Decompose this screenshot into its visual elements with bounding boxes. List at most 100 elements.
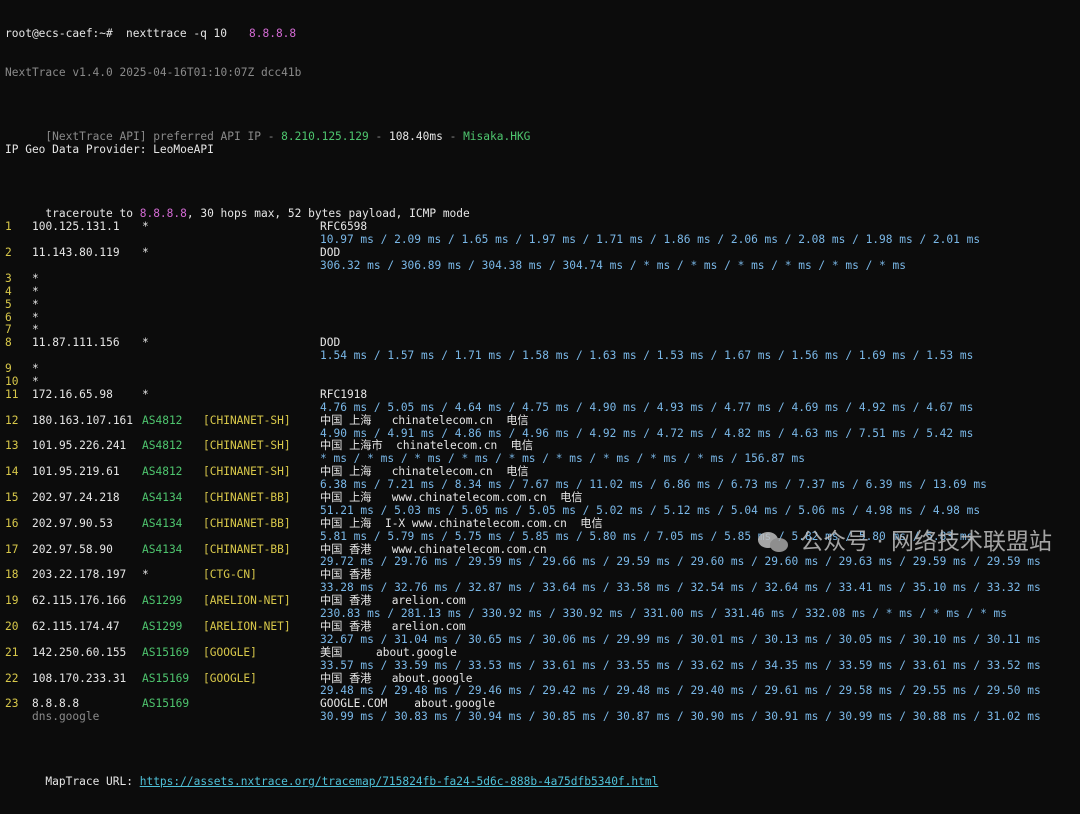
shell-prompt: root@ecs-caef:~# [5, 26, 113, 40]
hop-geo: 中国 香港 arelion.com [320, 619, 466, 633]
hop-row: 11 172.16.65.98 * RFC1918 [5, 387, 658, 402]
hop-network-tag: [CTG-CN] [203, 568, 257, 582]
hop-asn: AS4812 [142, 413, 183, 427]
hop-rtt: 32.67 ms / 31.04 ms / 30.65 ms / 30.06 m… [320, 632, 1041, 646]
hop-rtt-row: 230.83 ms / 281.13 ms / 330.92 ms / 330.… [5, 607, 1007, 621]
hop-number: 21 [5, 645, 19, 659]
hop-ip: 180.163.107.161 [32, 413, 134, 427]
hop-rtt-row: 33.28 ms / 32.76 ms / 32.87 ms / 33.64 m… [5, 581, 1041, 595]
hop-row: 10 * [5, 375, 658, 389]
hop-ip: * [32, 375, 39, 389]
hop-number: 22 [5, 671, 19, 685]
hop-number: 3 [5, 271, 12, 285]
hop-rtt: 306.32 ms / 306.89 ms / 304.38 ms / 304.… [320, 259, 906, 272]
hop-ip: 108.170.233.31 [32, 671, 127, 685]
hop-geo: GOOGLE.COM about.google [320, 697, 496, 711]
hop-row: 23 8.8.8.8 AS15169 GOOGLE.COM about.google [5, 697, 658, 711]
hop-row: 12 180.163.107.161 AS4812 [CHINANET-SH] 中国 上… [5, 413, 658, 428]
hop-number: 18 [5, 568, 19, 582]
hop-number: 15 [5, 491, 19, 505]
hop-number: 16 [5, 516, 19, 530]
command-line: root@ecs-caef:~# nexttrace -q 10 8.8.8.8 [5, 26, 658, 41]
hop-rtt-row: 5.81 ms / 5.79 ms / 5.75 ms / 5.85 ms / … [5, 530, 973, 544]
geo-provider-line: IP Geo Data Provider: LeoMoeAPI [5, 142, 214, 156]
hop-asn: * [142, 336, 149, 350]
command-target: 8.8.8.8 [249, 26, 297, 40]
hop-network-tag: [CHINANET-SH] [203, 413, 291, 427]
hop-asn: * [142, 220, 149, 234]
hop-rtt: 33.28 ms / 32.76 ms / 32.87 ms / 33.64 m… [320, 581, 1041, 595]
hop-number: 13 [5, 439, 19, 453]
hop-rtt: 51.21 ms / 5.03 ms / 5.05 ms / 5.05 ms /… [320, 503, 981, 517]
hop-rtt: 4.76 ms / 5.05 ms / 4.64 ms / 4.75 ms / … [320, 400, 974, 414]
hop-network-tag: [CHINANET-BB] [203, 516, 291, 530]
hop-rtt: 29.48 ms / 29.48 ms / 29.46 ms / 29.42 m… [320, 684, 1041, 698]
hop-geo: RFC1918 [320, 387, 368, 401]
hop-geo: 中国 上海 I-X www.chinatelecom.com.cn 电信 [320, 516, 603, 530]
hop-list: 1 100.125.131.1 * RFC6598 10.97 ms / 2.09 ms… [5, 220, 1041, 724]
watermark: 公众号 · 网络技术联盟站 [758, 528, 1052, 556]
hop-row: 20 62.115.174.47 AS1299 [ARELION-NET] 中国 香港 … [5, 619, 658, 634]
hop-number: 1 [5, 220, 12, 234]
hop-ip: * [32, 284, 39, 298]
hop-ip: 8.8.8.8 [32, 697, 80, 711]
hop-ip: 202.97.58.90 [32, 542, 113, 556]
wechat-icon [758, 528, 792, 556]
hop-rtt: 230.83 ms / 281.13 ms / 330.92 ms / 330.… [320, 607, 1008, 621]
hop-asn: * [142, 246, 149, 260]
hop-row: 9 * [5, 362, 658, 376]
hop-ip: 100.125.131.1 [32, 220, 120, 234]
hop-number: 11 [5, 387, 19, 401]
hop-ip: 202.97.90.53 [32, 516, 113, 530]
hop-number: 19 [5, 594, 19, 608]
hop-geo: 中国 香港 arelion.com [320, 594, 466, 608]
hop-ip: 202.97.24.218 [32, 491, 120, 505]
hop-number: 2 [5, 246, 12, 260]
traceroute-line: traceroute to 8.8.8.8, 30 hops max, 52 b… [45, 207, 470, 221]
hop-rtt-row: 4.76 ms / 5.05 ms / 4.64 ms / 4.75 ms / … [5, 401, 973, 415]
hop-ip: 11.143.80.119 [32, 246, 120, 260]
hop-ip: 62.115.174.47 [32, 619, 120, 633]
hop-geo: 中国 上海 www.chinatelecom.com.cn 电信 [320, 491, 583, 505]
hop-rtt: 10.97 ms / 2.09 ms / 1.65 ms / 1.97 ms /… [320, 233, 981, 247]
hop-row: 4 * [5, 284, 658, 299]
hop-rtt: 29.72 ms / 29.76 ms / 29.59 ms / 29.66 m… [320, 555, 1041, 569]
hop-ip: * [32, 271, 39, 285]
hop-asn: AS4134 [142, 491, 183, 505]
hop-number: 5 [5, 297, 12, 311]
hop-asn: AS4134 [142, 542, 183, 556]
api-line: [NextTrace API] preferred API IP - 8.210… [45, 130, 531, 144]
hop-rtt-row: 33.57 ms / 33.59 ms / 33.53 ms / 33.61 m… [5, 659, 1041, 673]
command-text: nexttrace -q 10 [126, 26, 228, 40]
hop-row: 19 62.115.176.166 AS1299 [ARELION-NET] 中国 香港… [5, 594, 658, 608]
hop-network-tag: [ARELION-NET] [203, 594, 291, 608]
hop-network-tag: [GOOGLE] [203, 645, 257, 659]
hop-asn: AS4812 [142, 465, 183, 479]
hop-number: 8 [5, 336, 12, 350]
hop-number: 17 [5, 542, 19, 556]
hop-rtt: 30.99 ms / 30.83 ms / 30.94 ms / 30.85 m… [320, 710, 1041, 724]
hop-number: 23 [5, 697, 19, 711]
hop-rtt-row: 1.54 ms / 1.57 ms / 1.71 ms / 1.58 ms / … [5, 349, 973, 363]
hop-number: 10 [5, 375, 19, 389]
hop-rtt-row: 306.32 ms / 306.89 ms / 304.38 ms / 304.… [5, 259, 906, 273]
maptrace-line: MapTrace URL: https://assets.nxtrace.org… [5, 750, 658, 788]
hop-rtt-row: 32.67 ms / 31.04 ms / 30.65 ms / 30.06 m… [5, 633, 1041, 647]
hop-number: 12 [5, 413, 19, 427]
hop-number: 20 [5, 619, 19, 633]
hop-asn: AS15169 [142, 697, 190, 711]
hop-network-tag: [ARELION-NET] [203, 619, 291, 633]
hop-row: 3 * [5, 271, 658, 286]
hop-row: 21 142.250.60.155 AS15169 [GOOGLE] 美国 about.… [5, 645, 658, 660]
hop-row: 16 202.97.90.53 AS4134 [CHINANET-BB] 中国 上海 I… [5, 516, 658, 531]
version-line: NextTrace v1.4.0 2025-04-16T01:10:07Z dc… [5, 65, 302, 79]
hop-network-tag: [CHINANET-BB] [203, 542, 291, 556]
hop-geo: 中国 上海 chinatelecom.cn 电信 [320, 413, 529, 427]
hop-ip: 101.95.226.241 [32, 439, 127, 453]
hop-rtt-row: 29.48 ms / 29.48 ms / 29.46 ms / 29.42 m… [5, 684, 1041, 698]
watermark-text: 公众号 · 网络技术联盟站 [800, 528, 1052, 555]
hop-number: 14 [5, 465, 19, 479]
maptrace-link[interactable]: https://assets.nxtrace.org/tracemap/7158… [140, 775, 659, 788]
hop-ip: 203.22.178.197 [32, 568, 127, 582]
hop-geo: 中国 香港 about.google [320, 671, 473, 685]
